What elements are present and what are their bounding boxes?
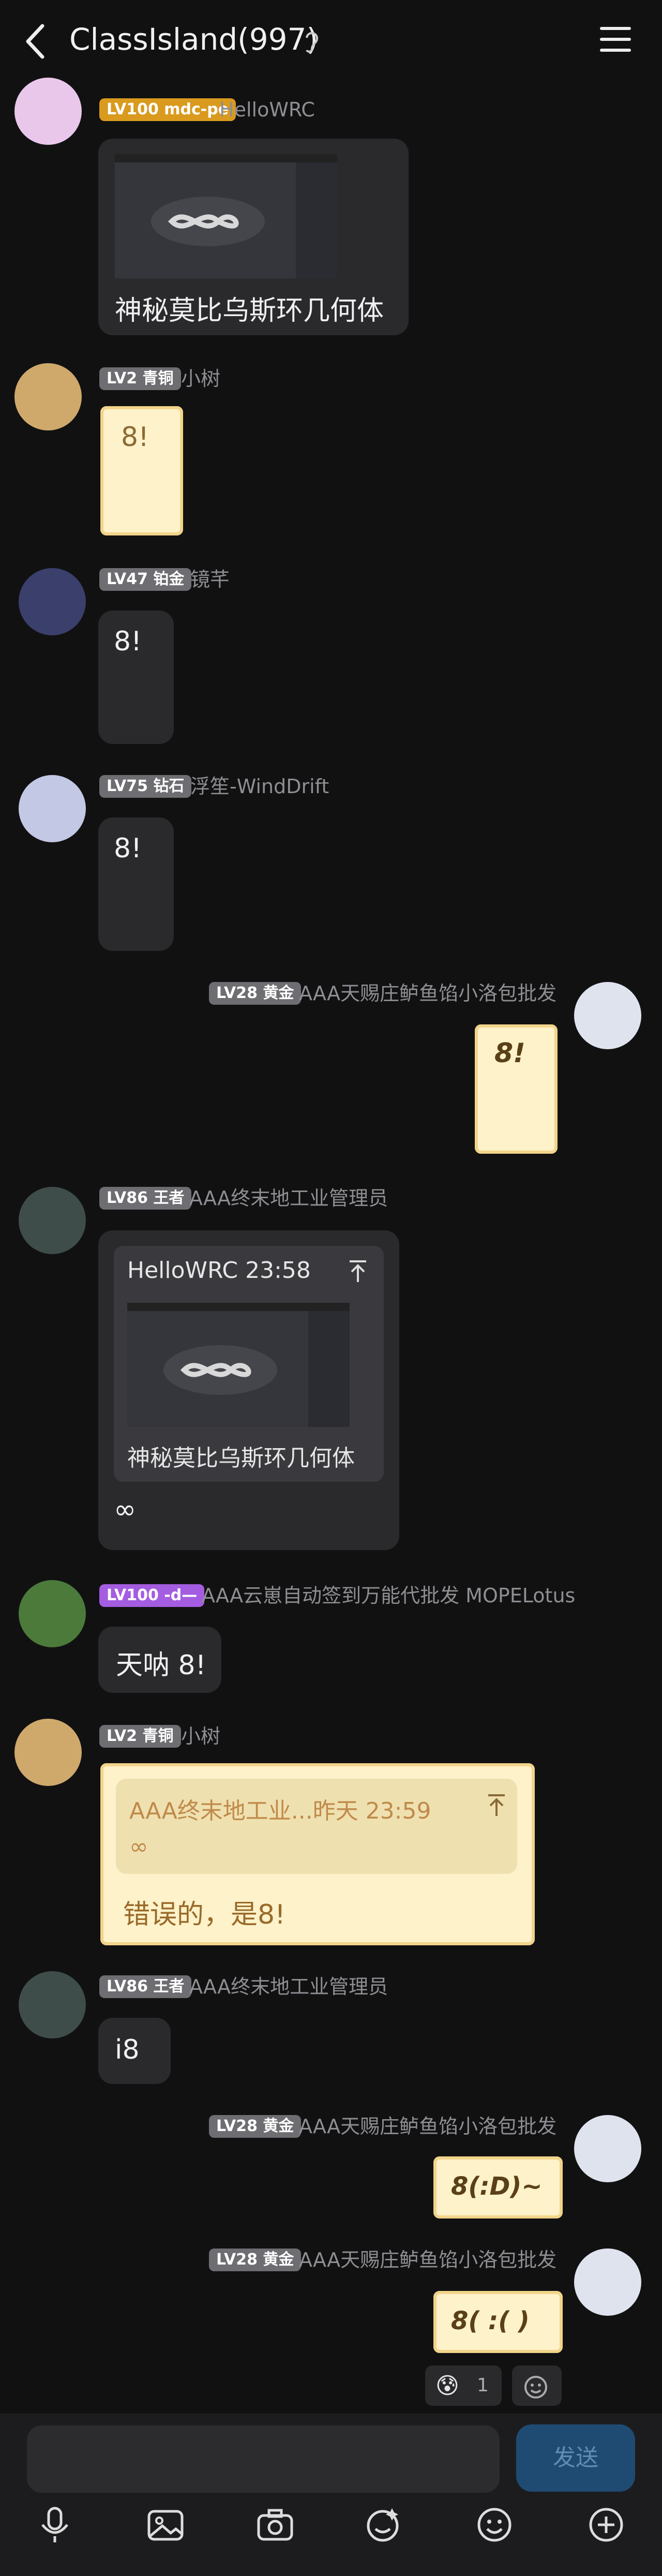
sender-name: AAA天赐庄鲈鱼馅小洛包批发 [299, 2249, 557, 2271]
avatar[interactable] [574, 2249, 641, 2316]
avatar[interactable] [574, 982, 641, 1049]
avatar[interactable] [14, 1719, 82, 1786]
send-button[interactable]: 发送 [516, 2424, 635, 2492]
message-text: i8 [115, 2034, 140, 2065]
camera-icon[interactable] [254, 2504, 296, 2545]
level-badge: LV2 青铜 [99, 367, 181, 390]
message-text: 8! [114, 626, 142, 657]
sender-name: HelloWRC [219, 98, 315, 121]
avatar[interactable] [19, 1580, 86, 1647]
add-reaction-button[interactable] [512, 2365, 562, 2406]
reaction-chip[interactable]: 😰 1 [425, 2365, 502, 2406]
image-thumbnail[interactable] [115, 154, 337, 278]
menu-button[interactable] [600, 27, 631, 53]
jump-top-icon[interactable] [486, 1793, 507, 1817]
ear-icon [306, 32, 319, 53]
avatar[interactable] [19, 775, 86, 842]
image-thumbnail[interactable] [127, 1303, 350, 1427]
message-input[interactable] [27, 2425, 500, 2493]
message-bubble[interactable]: i8 [98, 2018, 171, 2084]
level-badge: LV75 钻石 [99, 775, 192, 798]
jump-top-icon[interactable] [348, 1259, 368, 1283]
sender-name: 小树 [181, 367, 221, 390]
quoted-message[interactable]: HelloWRC 23:58 神秘莫比乌斯环几何体 [114, 1246, 384, 1482]
message-bubble[interactable]: 8! [98, 817, 174, 951]
sender-name: AAA终末地工业管理员 [189, 1975, 388, 1998]
message-bubble[interactable]: HelloWRC 23:58 神秘莫比乌斯环几何体 ∞ [98, 1230, 399, 1550]
message-text: 8! [121, 422, 149, 453]
message-bubble[interactable]: 8( :( ) [433, 2291, 563, 2353]
quote-header: HelloWRC 23:58 [127, 1257, 311, 1284]
message-bubble[interactable]: 8! [100, 406, 183, 535]
sticker-icon[interactable] [363, 2504, 404, 2545]
chat-title: ClassIsland(997) [69, 22, 319, 57]
avatar[interactable] [19, 1971, 86, 2038]
level-badge: LV28 黄金 [209, 2115, 302, 2138]
sender-name: 浮笙-WindDrift [190, 775, 329, 798]
message-bubble[interactable]: 天呐 8! [98, 1627, 221, 1693]
level-badge: LV100 -d— [99, 1584, 205, 1607]
back-arrow-icon[interactable] [22, 21, 53, 62]
avatar[interactable] [19, 1187, 86, 1254]
avatar[interactable] [14, 78, 82, 145]
avatar[interactable] [574, 2115, 641, 2182]
message-bubble[interactable]: 8! [475, 1024, 558, 1154]
quote-header: AAA终末地工业...昨天 23:59 [129, 1798, 431, 1824]
sender-name: 小树 [181, 1725, 221, 1748]
message-text: 错误的，是8! [123, 1899, 285, 1930]
app-header: ClassIsland(997) [0, 0, 662, 83]
level-badge: LV86 王者 [99, 1187, 192, 1210]
message-bubble[interactable]: 神秘莫比乌斯环几何体 [98, 139, 409, 335]
message-text: ∞ [114, 1494, 137, 1525]
message-bubble[interactable]: 8(:D)~ [433, 2156, 563, 2218]
sender-name: AAA云崽自动签到万能代批发 MOPELotus [202, 1584, 576, 1607]
avatar[interactable] [14, 363, 82, 430]
message-text: 8! [114, 833, 142, 864]
quote-text: 神秘莫比乌斯环几何体 [127, 1445, 355, 1471]
microphone-icon[interactable] [34, 2504, 76, 2545]
image-icon[interactable] [145, 2504, 186, 2545]
message-text: 神秘莫比乌斯环几何体 [115, 295, 384, 326]
level-badge: LV2 青铜 [99, 1725, 181, 1748]
level-badge: LV100 mdc-pe [99, 98, 236, 121]
sender-name: AAA终末地工业管理员 [189, 1187, 388, 1210]
message-bubble[interactable]: AAA终末地工业...昨天 23:59 ∞ 错误的，是8! [100, 1763, 535, 1945]
message-text: 天呐 8! [116, 1650, 206, 1681]
message-text: 8! [494, 1038, 525, 1069]
message-text: 8( :( ) [451, 2306, 530, 2335]
level-badge: LV28 黄金 [209, 2249, 302, 2271]
message-bubble[interactable]: 8! [98, 611, 174, 744]
sender-name: 镜芊 [190, 568, 230, 591]
reaction-count: 1 [477, 2375, 489, 2396]
plus-icon[interactable] [585, 2504, 627, 2545]
quoted-message[interactable]: AAA终末地工业...昨天 23:59 ∞ [116, 1779, 517, 1874]
level-badge: LV47 铂金 [99, 568, 192, 591]
level-badge: LV28 黄金 [209, 982, 302, 1005]
level-badge: LV86 王者 [99, 1975, 192, 1998]
avatar[interactable] [19, 568, 86, 635]
add-emoji-icon [524, 2376, 547, 2399]
sender-name: AAA天赐庄鲈鱼馅小洛包批发 [299, 2115, 557, 2138]
message-text: 8(:D)~ [451, 2172, 543, 2201]
sender-name: AAA天赐庄鲈鱼馅小洛包批发 [299, 982, 557, 1005]
quote-text: ∞ [129, 1834, 148, 1860]
emoji-icon[interactable] [474, 2504, 515, 2545]
reaction-emoji: 😰 [435, 2373, 459, 2399]
